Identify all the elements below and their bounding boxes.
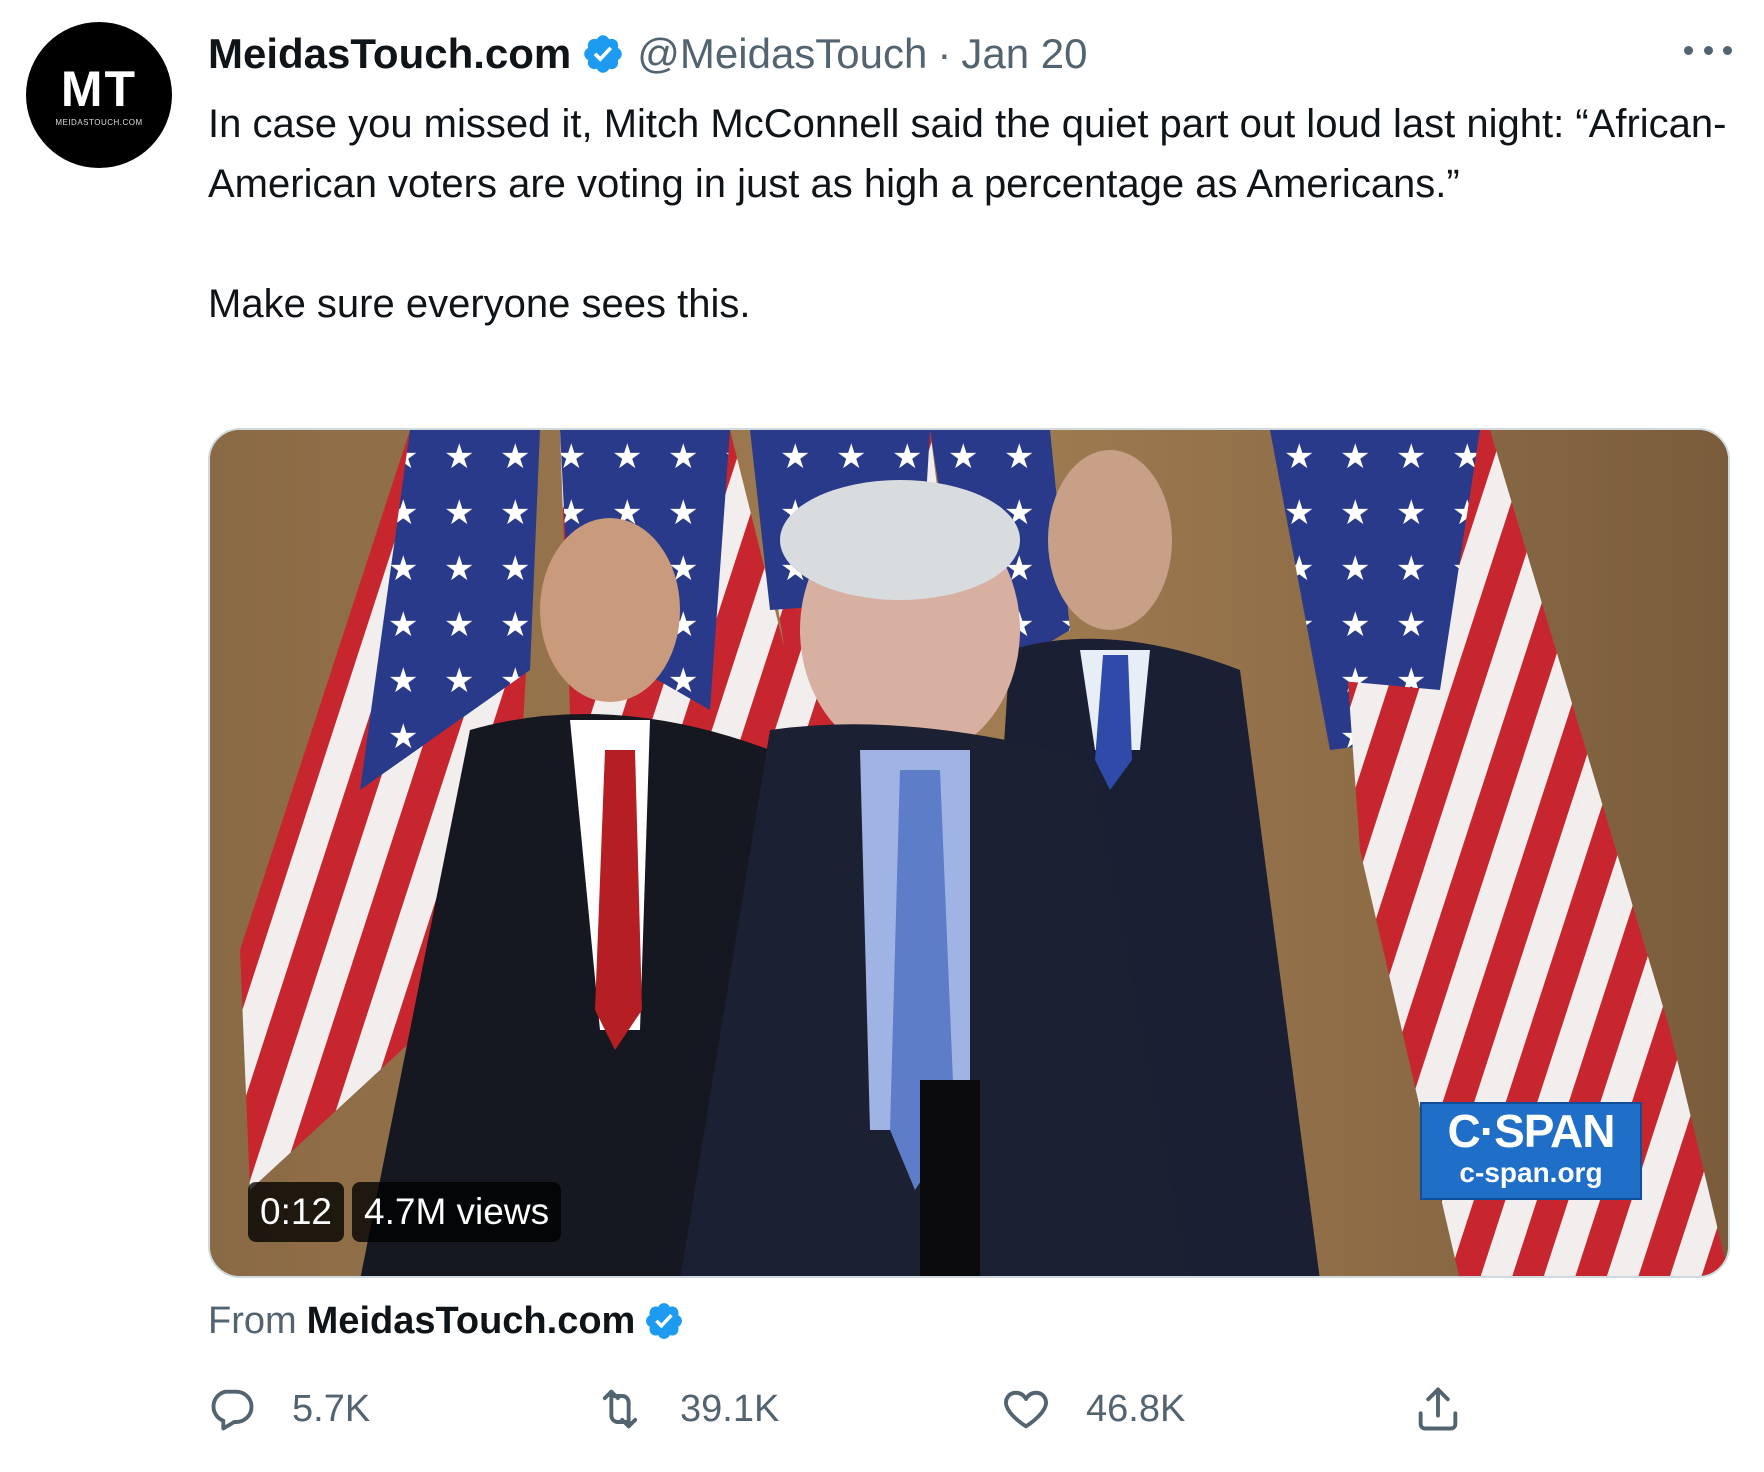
separator-dot: · (937, 30, 952, 77)
verified-badge-icon (584, 35, 623, 73)
reply-icon (211, 1389, 254, 1431)
video-player[interactable]: ★ 0:12 4.7M views C·SPAN (208, 428, 1730, 1278)
tweet-paragraph-2: Make sure everyone sees this. (208, 282, 751, 326)
retweet-button[interactable]: 39.1K (594, 1380, 779, 1438)
reply-button[interactable]: 5.7K (206, 1380, 370, 1438)
author-handle[interactable]: @MeidasTouch (637, 30, 927, 78)
avatar-subtext: MEIDASTOUCH.COM (55, 117, 143, 127)
heart-icon (1004, 1390, 1048, 1429)
tweet-actions: 5.7K 39.1K 46.8K (206, 1380, 1506, 1438)
cspan-url: c-span.org (1459, 1157, 1603, 1188)
avatar[interactable]: MT MEIDASTOUCH.COM (26, 22, 172, 168)
source-prefix: From (208, 1299, 297, 1342)
source-verified-badge-icon (646, 1303, 683, 1339)
like-button[interactable]: 46.8K (1000, 1380, 1185, 1438)
video-views: 4.7M views (352, 1182, 562, 1242)
share-button[interactable] (1412, 1380, 1464, 1438)
retweet-icon (602, 1389, 638, 1429)
avatar-monogram: MT (60, 60, 138, 117)
tweet-paragraph-1: In case you missed it, Mitch McConnell s… (208, 102, 1727, 206)
more-options-icon[interactable] (1684, 30, 1732, 70)
video-time: 0:12 (248, 1182, 345, 1242)
cspan-title: C·SPAN (1447, 1105, 1616, 1157)
video-source: From MeidasTouch.com (208, 1296, 685, 1346)
tweet-header: MeidasTouch.com @MeidasTouch · Jan 20 (208, 28, 1088, 80)
author-name[interactable]: MeidasTouch.com (208, 30, 571, 78)
reply-count: 5.7K (292, 1387, 371, 1430)
retweet-count: 39.1K (680, 1387, 780, 1430)
tweet-date[interactable]: Jan 20 (961, 30, 1087, 78)
video-overlay: 0:12 4.7M views (248, 1182, 562, 1242)
share-icon (1418, 1387, 1458, 1431)
tweet-text: In case you missed it, Mitch McConnell s… (208, 94, 1728, 334)
like-count: 46.8K (1086, 1387, 1186, 1430)
cspan-watermark: C·SPAN c-span.org (1420, 1102, 1642, 1200)
source-name[interactable]: MeidasTouch.com (307, 1300, 636, 1343)
